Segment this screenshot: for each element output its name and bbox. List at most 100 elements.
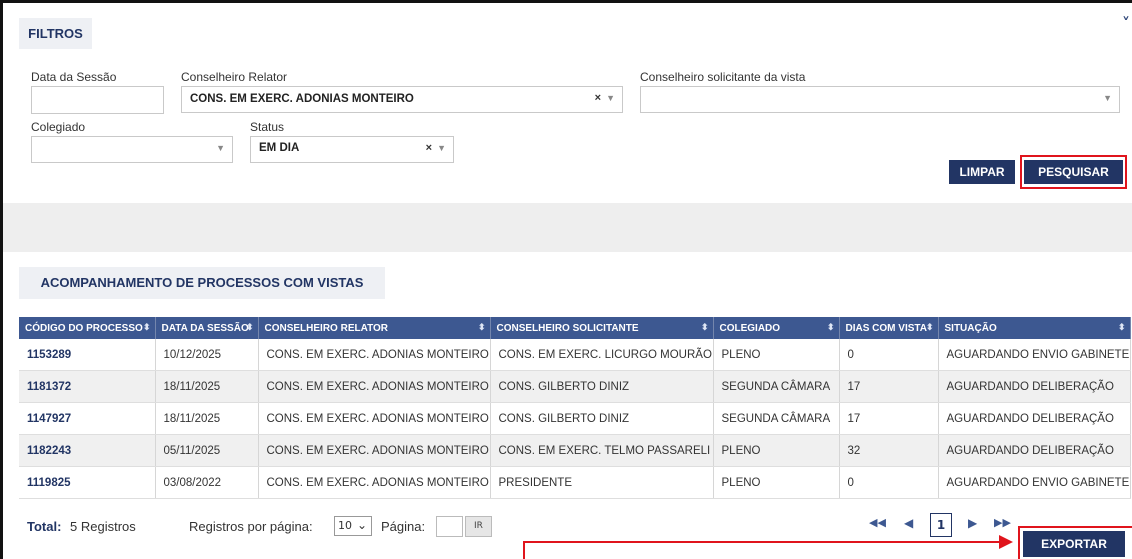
cell-situacao: AGUARDANDO ENVIO GABINETE <box>938 339 1131 371</box>
total-label: Total: <box>27 519 62 534</box>
cell-relator: CONS. EM EXERC. ADONIAS MONTEIRO <box>258 370 491 403</box>
chevron-down-icon[interactable]: ▼ <box>216 143 225 153</box>
col-data-sessao-header[interactable]: DATA DA SESSÃO ⬍ <box>155 317 259 339</box>
col-relator-header[interactable]: CONSELHEIRO RELATOR ⬍ <box>258 317 491 339</box>
cell-relator: CONS. EM EXERC. ADONIAS MONTEIRO <box>258 339 491 371</box>
exportar-button[interactable]: EXPORTAR <box>1023 531 1125 557</box>
pesquisar-button[interactable]: PESQUISAR <box>1024 160 1123 184</box>
cell-colegiado: SEGUNDA CÂMARA <box>713 402 840 435</box>
cell-solicitante: CONS. GILBERTO DINIZ <box>490 370 714 403</box>
col-solicitante-header[interactable]: CONSELHEIRO SOLICITANTE ⬍ <box>490 317 714 339</box>
limpar-button[interactable]: LIMPAR <box>949 160 1015 184</box>
cell-solicitante: CONS. GILBERTO DINIZ <box>490 402 714 435</box>
conselheiro-relator-value: CONS. EM EXERC. ADONIAS MONTEIRO <box>190 93 414 105</box>
conselheiro-solicitante-select[interactable]: ▼ <box>640 86 1120 113</box>
annotation-arrow-line <box>524 541 1008 543</box>
table-row: 1182243 05/11/2025 CONS. EM EXERC. ADONI… <box>19 434 1131 467</box>
process-code-link[interactable]: 1181372 <box>19 370 156 403</box>
cell-data-sessao: 18/11/2025 <box>155 370 259 403</box>
annotation-arrow-stem <box>523 541 525 559</box>
cell-data-sessao: 05/11/2025 <box>155 434 259 467</box>
cell-situacao: AGUARDANDO DELIBERAÇÃO <box>938 434 1131 467</box>
current-page-button[interactable]: 1 <box>930 513 952 537</box>
status-value: EM DIA <box>259 142 300 154</box>
chevron-down-icon[interactable]: ▼ <box>437 143 446 153</box>
table-row: 1147927 18/11/2025 CONS. EM EXERC. ADONI… <box>19 402 1131 435</box>
sort-icon[interactable]: ⬍ <box>701 322 709 333</box>
section-separator <box>3 203 1132 252</box>
collapse-chevron-icon[interactable]: ˅ <box>1122 14 1130 33</box>
cell-data-sessao: 18/11/2025 <box>155 402 259 435</box>
cell-dias: 17 <box>839 370 939 403</box>
last-page-icon[interactable]: ▶▶ <box>994 516 1011 529</box>
colegiado-select[interactable]: ▼ <box>31 136 233 163</box>
cell-situacao: AGUARDANDO DELIBERAÇÃO <box>938 402 1131 435</box>
table-header-row: CÓDIGO DO PROCESSO ⬍ DATA DA SESSÃO ⬍ CONS… <box>19 317 1131 339</box>
cell-situacao: AGUARDANDO ENVIO GABINETE <box>938 466 1131 499</box>
processes-table: CÓDIGO DO PROCESSO ⬍ DATA DA SESSÃO ⬍ CONS… <box>19 317 1131 499</box>
prev-page-icon[interactable]: ◀ <box>904 516 913 530</box>
cell-dias: 17 <box>839 402 939 435</box>
sort-icon[interactable]: ⬍ <box>926 322 934 333</box>
window-frame-top <box>0 0 1132 3</box>
cell-colegiado: PLENO <box>713 466 840 499</box>
cell-colegiado: SEGUNDA CÂMARA <box>713 370 840 403</box>
sort-icon[interactable]: ⬍ <box>246 322 254 333</box>
results-title: ACOMPANHAMENTO DE PROCESSOS COM VISTAS <box>19 267 385 299</box>
process-code-link[interactable]: 1182243 <box>19 434 156 467</box>
window-frame-left <box>0 0 3 559</box>
table-row: 1181372 18/11/2025 CONS. EM EXERC. ADONI… <box>19 370 1131 403</box>
conselheiro-relator-select[interactable]: CONS. EM EXERC. ADONIAS MONTEIRO × ▼ <box>181 86 623 113</box>
per-page-select[interactable]: 10 ⌄ <box>334 516 372 536</box>
cell-dias: 0 <box>839 466 939 499</box>
first-page-icon[interactable]: ◀◀ <box>869 516 886 529</box>
chevron-down-icon[interactable]: ▼ <box>1103 93 1112 103</box>
go-page-button[interactable]: IR <box>465 516 492 537</box>
status-label: Status <box>250 120 285 134</box>
cell-relator: CONS. EM EXERC. ADONIAS MONTEIRO <box>258 466 491 499</box>
sort-icon[interactable]: ⬍ <box>143 322 151 333</box>
cell-colegiado: PLENO <box>713 434 840 467</box>
sort-icon[interactable]: ⬍ <box>1118 322 1126 333</box>
cell-solicitante: CONS. EM EXERC. LICURGO MOURÃO <box>490 339 714 371</box>
data-sessao-label: Data da Sessão <box>31 70 117 84</box>
process-code-link[interactable]: 1153289 <box>19 339 156 371</box>
cell-relator: CONS. EM EXERC. ADONIAS MONTEIRO <box>258 402 491 435</box>
per-page-value: 10 <box>338 519 352 532</box>
page-number-input[interactable] <box>436 516 463 537</box>
colegiado-label: Colegiado <box>31 120 86 134</box>
sort-icon[interactable]: ⬍ <box>478 322 486 333</box>
annotation-arrow-head-icon <box>999 535 1013 549</box>
col-colegiado-header[interactable]: COLEGIADO ⬍ <box>713 317 840 339</box>
cell-solicitante: PRESIDENTE <box>490 466 714 499</box>
clear-relator-icon[interactable]: × <box>595 92 601 104</box>
chevron-down-icon[interactable]: ⌄ <box>357 516 367 534</box>
status-select[interactable]: EM DIA × ▼ <box>250 136 454 163</box>
cell-relator: CONS. EM EXERC. ADONIAS MONTEIRO <box>258 434 491 467</box>
cell-colegiado: PLENO <box>713 339 840 371</box>
next-page-icon[interactable]: ▶ <box>968 516 977 530</box>
cell-solicitante: CONS. EM EXERC. TELMO PASSARELI <box>490 434 714 467</box>
process-code-link[interactable]: 1119825 <box>19 466 156 499</box>
cell-dias: 0 <box>839 339 939 371</box>
conselheiro-solicitante-label: Conselheiro solicitante da vista <box>640 70 806 84</box>
col-dias-header[interactable]: DIAS COM VISTA ⬍ <box>839 317 939 339</box>
data-sessao-input[interactable] <box>31 86 164 114</box>
chevron-down-icon[interactable]: ▼ <box>606 93 615 103</box>
cell-situacao: AGUARDANDO DELIBERAÇÃO <box>938 370 1131 403</box>
filters-title: FILTROS <box>19 18 92 49</box>
col-situacao-header[interactable]: SITUAÇÃO ⬍ <box>938 317 1131 339</box>
total-value: 5 Registros <box>70 519 136 534</box>
clear-status-icon[interactable]: × <box>426 142 432 154</box>
conselheiro-relator-label: Conselheiro Relator <box>181 70 288 84</box>
per-page-label: Registros por página: <box>189 519 313 534</box>
cell-dias: 32 <box>839 434 939 467</box>
table-row: 1119825 03/08/2022 CONS. EM EXERC. ADONI… <box>19 466 1131 499</box>
cell-data-sessao: 10/12/2025 <box>155 339 259 371</box>
col-codigo-header[interactable]: CÓDIGO DO PROCESSO ⬍ <box>19 317 156 339</box>
sort-icon[interactable]: ⬍ <box>827 322 835 333</box>
page-label: Página: <box>381 519 426 534</box>
table-row: 1153289 10/12/2025 CONS. EM EXERC. ADONI… <box>19 339 1131 371</box>
process-code-link[interactable]: 1147927 <box>19 402 156 435</box>
cell-data-sessao: 03/08/2022 <box>155 466 259 499</box>
